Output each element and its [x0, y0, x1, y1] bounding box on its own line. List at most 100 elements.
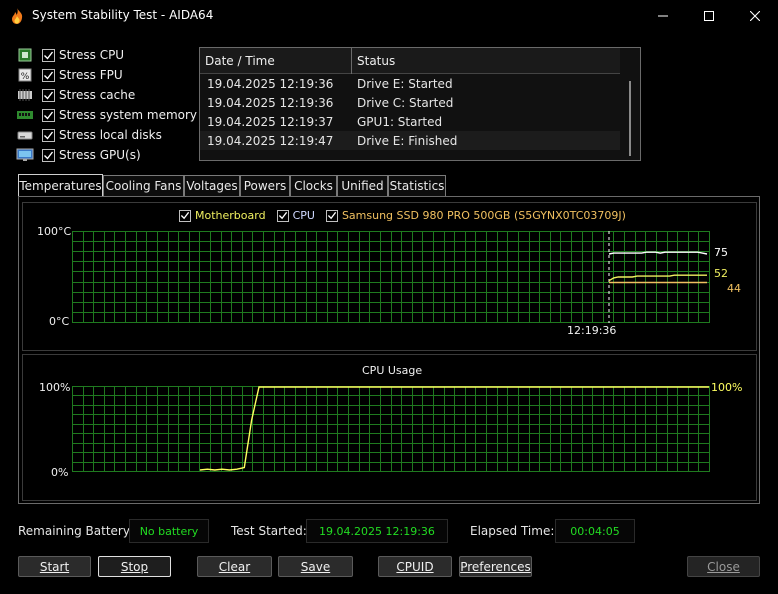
cpu-usage-end-value: 100% [711, 381, 743, 394]
maximize-button[interactable] [686, 0, 732, 32]
stress-fpu-option[interactable]: % Stress FPU [16, 65, 123, 85]
log-row[interactable]: 19.04.2025 12:19:36 Drive E: Started [200, 74, 621, 93]
grid-lines [72, 386, 710, 472]
stress-memory-option[interactable]: Stress system memory [16, 105, 197, 125]
log-row-datetime: 19.04.2025 12:19:36 [207, 96, 334, 110]
gpu-monitor-icon [16, 148, 34, 161]
cpu-legend-checkbox[interactable] [276, 209, 289, 222]
temp-time-annotation: 12:19:36 [567, 324, 617, 337]
ssd-legend-label: Samsung SSD 980 PRO 500GB (S5GYNX0TC0370… [341, 209, 626, 222]
clear-button[interactable]: Clear [197, 556, 272, 577]
ssd-end-value: 44 [727, 281, 741, 295]
svg-text:%: % [21, 72, 30, 82]
stress-cpu-label: Stress CPU [59, 48, 125, 62]
start-button-label: Start [39, 559, 70, 574]
tab-unified[interactable]: Unified [337, 175, 388, 196]
stress-memory-checkbox[interactable] [42, 108, 55, 122]
stress-fpu-label: Stress FPU [59, 68, 123, 82]
minimize-icon [658, 15, 668, 17]
maximize-icon [704, 11, 714, 21]
temperature-plot [72, 231, 710, 323]
stress-gpu-checkbox[interactable] [42, 148, 55, 162]
close-button[interactable]: Close [687, 556, 760, 577]
usage-y-max-label: 100% [39, 381, 71, 394]
cpu-temperature-line [608, 251, 708, 255]
stress-cpu-option[interactable]: Stress CPU [16, 45, 124, 65]
log-header-datetime[interactable]: Date / Time [205, 54, 275, 68]
log-header-separator[interactable] [351, 48, 352, 74]
stress-memory-label: Stress system memory [59, 108, 198, 122]
cpu-usage-graph: CPU Usage 100% 0% 100% [22, 354, 757, 501]
log-header: Date / Time Status [200, 48, 621, 74]
preferences-button[interactable]: Preferences [459, 556, 532, 577]
cpu-chip-icon [18, 48, 32, 62]
log-row-status: Drive E: Finished [357, 134, 458, 148]
tab-voltages[interactable]: Voltages [184, 175, 240, 196]
title-bar: System Stability Test - AIDA64 [0, 0, 778, 32]
aida64-flame-icon [12, 8, 23, 24]
log-row-status: GPU1: Started [357, 115, 443, 129]
stress-cache-option[interactable]: Stress cache [16, 85, 135, 105]
stress-gpu-label: Stress GPU(s) [59, 148, 141, 162]
elapsed-time-value: 00:04:05 [555, 519, 635, 543]
log-row-datetime: 19.04.2025 12:19:47 [207, 134, 334, 148]
close-icon [750, 11, 760, 21]
preferences-button-label: Preferences [460, 559, 531, 574]
tab-powers[interactable]: Powers [240, 175, 290, 196]
disk-drive-icon [17, 131, 33, 140]
start-button[interactable]: Start [18, 556, 91, 577]
log-row-datetime: 19.04.2025 12:19:36 [207, 77, 334, 91]
window-title: System Stability Test - AIDA64 [32, 8, 214, 22]
cache-chip-icon [18, 89, 32, 101]
motherboard-legend-checkbox[interactable] [179, 209, 191, 222]
cpu-end-value: 75 [714, 246, 728, 259]
stress-fpu-checkbox[interactable] [42, 68, 55, 82]
log-row[interactable]: 19.04.2025 12:19:36 Drive C: Started [200, 93, 621, 112]
stop-button-label: Stop [120, 559, 149, 574]
tab-clocks[interactable]: Clocks [290, 175, 337, 196]
motherboard-temperature-line [608, 274, 707, 282]
stress-disks-option[interactable]: Stress local disks [16, 125, 162, 145]
usage-y-min-label: 0% [51, 466, 69, 479]
ssd-legend-checkbox[interactable] [325, 209, 338, 222]
elapsed-time-label: Elapsed Time: [470, 524, 555, 538]
save-button[interactable]: Save [278, 556, 353, 577]
stress-gpu-option[interactable]: Stress GPU(s) [16, 145, 141, 165]
close-button-label: Close [707, 559, 740, 574]
grid-lines [72, 231, 710, 323]
stop-button[interactable]: Stop [98, 556, 171, 577]
minimize-button[interactable] [640, 0, 686, 32]
log-scrollbar-thumb[interactable] [629, 81, 631, 156]
tab-statistics[interactable]: Statistics [388, 175, 446, 196]
cpuid-button[interactable]: CPUID [378, 556, 452, 577]
log-row[interactable]: 19.04.2025 12:19:37 GPU1: Started [200, 112, 621, 131]
tab-temperatures[interactable]: Temperatures [18, 174, 103, 197]
log-row-status: Drive E: Started [357, 77, 453, 91]
stress-cpu-checkbox[interactable] [42, 48, 55, 62]
log-row-status: Drive C: Started [357, 96, 454, 110]
stress-disks-checkbox[interactable] [42, 128, 55, 142]
test-started-value: 19.04.2025 12:19:36 [306, 519, 448, 543]
log-scrollbar[interactable] [620, 48, 640, 160]
log-header-status[interactable]: Status [357, 54, 395, 68]
tab-cooling-fans[interactable]: Cooling Fans [103, 175, 184, 196]
cpu-usage-title: CPU Usage [362, 364, 423, 377]
fpu-chip-icon: % [18, 68, 32, 82]
test-started-label: Test Started: [231, 524, 307, 538]
cpu-usage-plot [72, 386, 710, 472]
cpuid-button-label: CPUID [396, 559, 434, 574]
memory-module-icon [17, 111, 33, 119]
temperature-graph: Motherboard CPU Samsung SSD 980 PRO 500G… [22, 202, 757, 351]
log-row[interactable]: 19.04.2025 12:19:47 Drive E: Finished [200, 131, 621, 150]
clear-button-label: Clear [218, 559, 251, 574]
tab-panel: Motherboard CPU Samsung SSD 980 PRO 500G… [18, 196, 760, 504]
stress-cache-checkbox[interactable] [42, 88, 55, 102]
close-window-button[interactable] [732, 0, 778, 32]
stress-cache-label: Stress cache [59, 88, 136, 102]
save-button-label: Save [300, 559, 331, 574]
stress-disks-label: Stress local disks [59, 128, 162, 142]
battery-value: No battery [129, 519, 209, 543]
battery-label: Remaining Battery: [18, 524, 134, 538]
log-row-datetime: 19.04.2025 12:19:37 [207, 115, 334, 129]
status-log-list[interactable]: Date / Time Status 19.04.2025 12:19:36 D… [199, 47, 641, 161]
